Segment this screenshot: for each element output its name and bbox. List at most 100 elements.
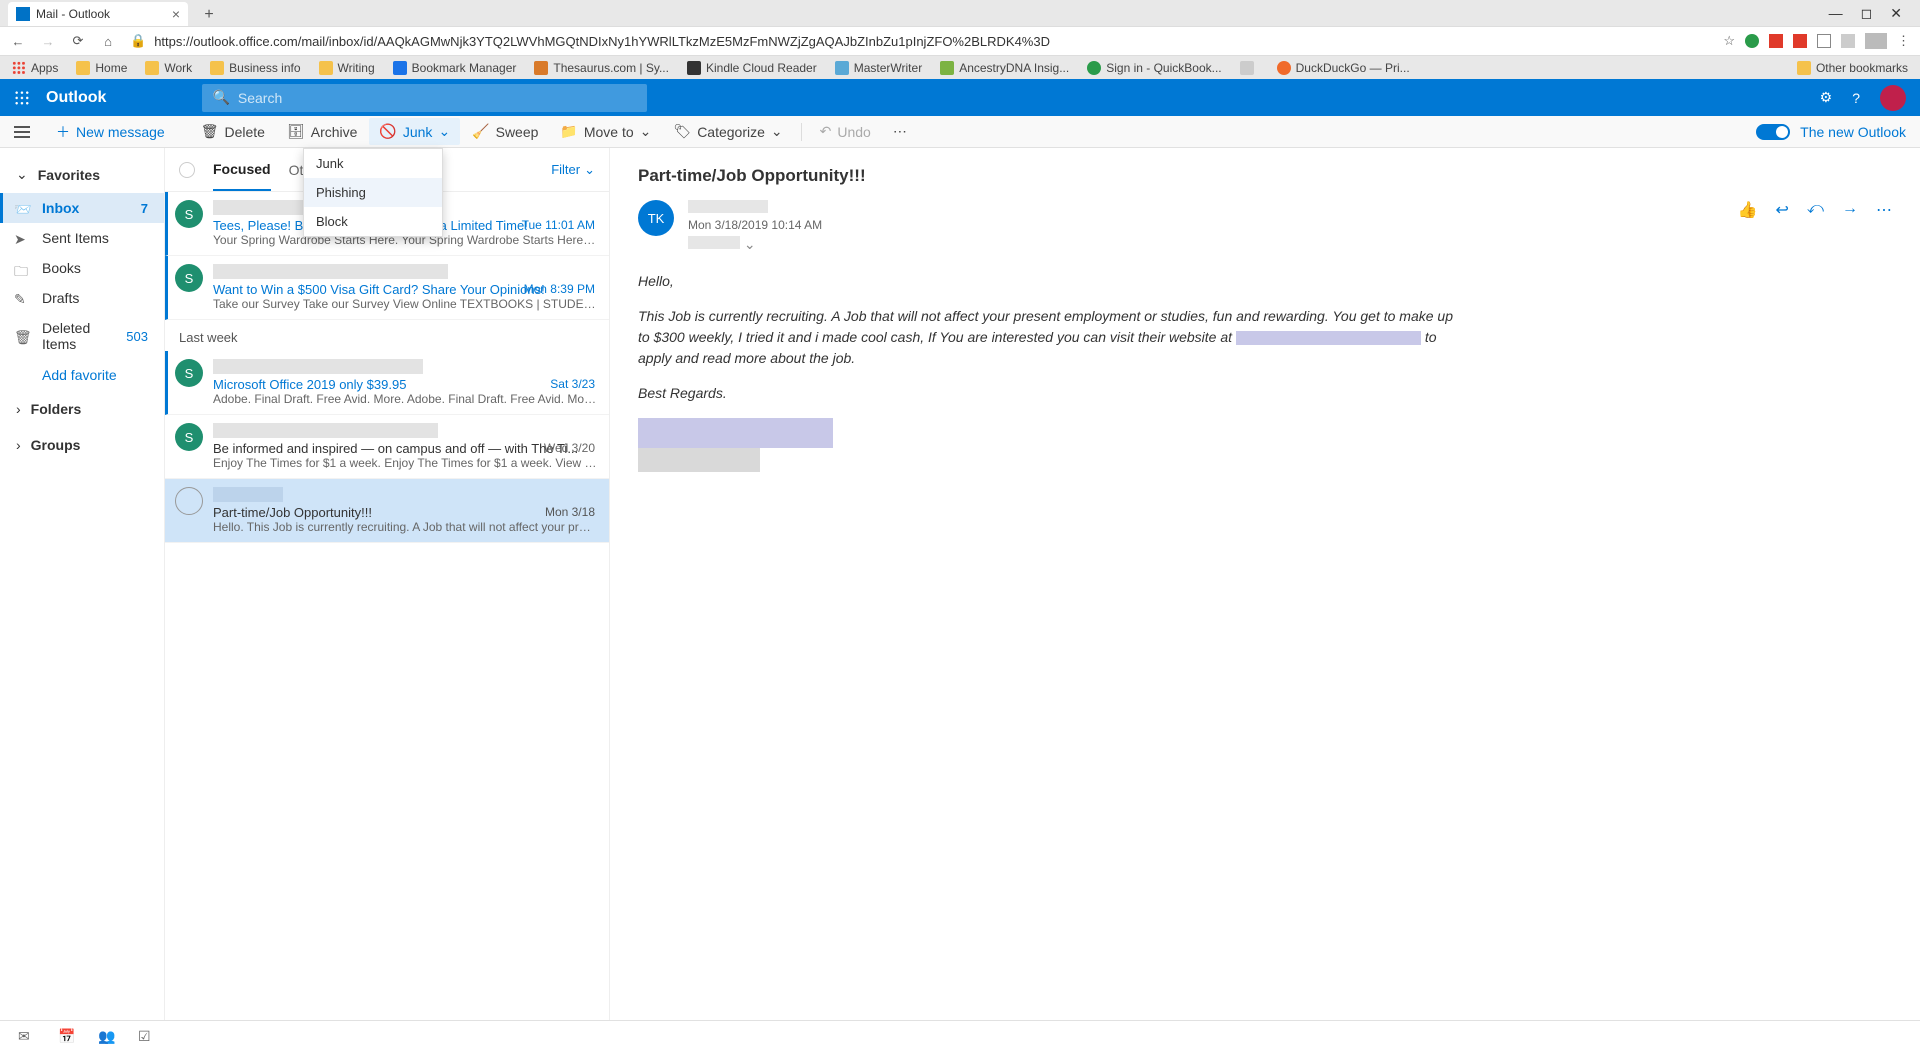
- extension-icon[interactable]: [1745, 34, 1759, 48]
- nav-sent[interactable]: ➤Sent Items: [0, 223, 164, 253]
- reply-icon[interactable]: ↩: [1775, 200, 1788, 220]
- bookmark-item[interactable]: Writing: [319, 61, 375, 75]
- reload-icon[interactable]: ⟳: [70, 33, 86, 49]
- people-module-icon[interactable]: 👥: [98, 1028, 114, 1042]
- extension-icon[interactable]: [1793, 34, 1807, 48]
- calendar-module-icon[interactable]: 📅: [58, 1028, 74, 1042]
- chevron-down-icon: ⌄: [584, 162, 595, 178]
- ellipsis-icon: ⋯: [893, 123, 907, 140]
- message-item[interactable]: S Microsoft Office 2019 only $39.95 Adob…: [165, 351, 609, 415]
- junk-menu-phishing[interactable]: Phishing: [304, 178, 442, 207]
- junk-button[interactable]: 🚫Junk⌄: [369, 118, 460, 145]
- address-bar-row: ← → ⟳ ⌂ 🔒 https://outlook.office.com/mai…: [0, 26, 1920, 56]
- folder-icon: [145, 61, 159, 75]
- bookmark-item[interactable]: Bookmark Manager: [393, 61, 517, 75]
- chrome-menu-icon[interactable]: ⋮: [1897, 33, 1910, 49]
- back-icon[interactable]: ←: [10, 34, 26, 49]
- new-outlook-toggle[interactable]: [1756, 124, 1790, 140]
- archive-icon: 🗄: [287, 123, 305, 140]
- message-toolbar: ＋ New message 🗑Delete 🗄Archive 🚫Junk⌄ 🧹S…: [0, 116, 1920, 148]
- tab-focused[interactable]: Focused: [213, 149, 271, 191]
- maximize-icon[interactable]: ◻: [1861, 5, 1873, 22]
- like-icon[interactable]: 👍: [1738, 200, 1758, 220]
- app-launcher-icon[interactable]: [14, 90, 30, 106]
- select-all-checkbox[interactable]: [179, 162, 195, 178]
- bookmark-item[interactable]: Business info: [210, 61, 300, 75]
- extension-icon[interactable]: [1817, 34, 1831, 48]
- move-to-button[interactable]: 📁Move to⌄: [550, 118, 661, 145]
- message-body: Hello, This Job is currently recruiting.…: [638, 271, 1468, 472]
- apps-button[interactable]: Apps: [12, 61, 58, 75]
- junk-menu-junk[interactable]: Junk: [304, 149, 442, 178]
- bookmark-item[interactable]: MasterWriter: [835, 61, 922, 75]
- message-time: Sat 3/23: [550, 377, 595, 391]
- expand-recipients-icon[interactable]: ⌄: [744, 236, 756, 252]
- mail-module-icon[interactable]: ✉: [18, 1028, 34, 1042]
- categorize-button[interactable]: 🏷Categorize⌄: [663, 118, 792, 145]
- nav-drafts[interactable]: ✎Drafts: [0, 283, 164, 313]
- nav-books[interactable]: 🗀Books: [0, 253, 164, 283]
- nav-inbox[interactable]: 📨Inbox7: [0, 193, 164, 223]
- other-bookmarks[interactable]: Other bookmarks: [1797, 61, 1908, 75]
- message-item-selected[interactable]: ○ Part-time/Job Opportunity!!! Hello. Th…: [165, 479, 609, 543]
- bookmark-item[interactable]: Work: [145, 61, 192, 75]
- select-checkbox[interactable]: ○: [175, 487, 203, 515]
- extension-icon[interactable]: [1769, 34, 1783, 48]
- browser-tab[interactable]: Mail - Outlook ×: [8, 2, 188, 26]
- star-icon[interactable]: ☆: [1723, 33, 1735, 49]
- home-icon[interactable]: ⌂: [100, 34, 116, 49]
- more-actions-button[interactable]: ⋯: [883, 118, 917, 145]
- address-bar[interactable]: 🔒 https://outlook.office.com/mail/inbox/…: [130, 33, 1709, 49]
- reply-all-icon[interactable]: ⤺: [1807, 200, 1824, 220]
- profile-icon[interactable]: [1865, 33, 1887, 49]
- bookmark-item[interactable]: AncestryDNA Insig...: [940, 61, 1069, 75]
- new-tab-button[interactable]: +: [196, 4, 222, 26]
- bookmark-item[interactable]: Kindle Cloud Reader: [687, 61, 817, 75]
- search-box[interactable]: 🔍 Search: [202, 84, 647, 112]
- settings-icon[interactable]: ⚙: [1820, 89, 1833, 106]
- bookmark-item[interactable]: [1240, 61, 1259, 75]
- tasks-module-icon[interactable]: ☑: [138, 1028, 154, 1042]
- add-favorite-button[interactable]: Add favorite: [0, 359, 164, 391]
- forward-icon[interactable]: →: [1842, 200, 1858, 220]
- date-section-header: Last week: [165, 320, 609, 351]
- message-preview: Hello. This Job is currently recruiting.…: [213, 520, 597, 534]
- forward-icon[interactable]: →: [40, 34, 56, 49]
- outlook-header: Outlook 🔍 Search ⚙ ?: [0, 79, 1920, 116]
- nav-deleted[interactable]: 🗑Deleted Items503: [0, 313, 164, 359]
- new-message-button[interactable]: ＋ New message: [46, 117, 175, 147]
- close-window-icon[interactable]: ✕: [1890, 5, 1902, 22]
- account-avatar[interactable]: [1880, 85, 1906, 111]
- extension-icon[interactable]: [1841, 34, 1855, 48]
- undo-button[interactable]: ↶Undo: [810, 118, 881, 145]
- bookmark-item[interactable]: Home: [76, 61, 127, 75]
- new-outlook-label: The new Outlook: [1800, 124, 1906, 140]
- help-icon[interactable]: ?: [1852, 90, 1860, 106]
- site-icon: [1087, 61, 1101, 75]
- sweep-button[interactable]: 🧹Sweep: [462, 118, 548, 145]
- favorites-section[interactable]: ⌄Favorites: [0, 156, 164, 193]
- filter-button[interactable]: Filter⌄: [551, 162, 595, 178]
- message-preview: Enjoy The Times for $1 a week. Enjoy The…: [213, 456, 597, 470]
- minimize-icon[interactable]: —: [1829, 5, 1843, 21]
- lock-icon: 🔒: [130, 33, 146, 49]
- sender-name-redacted: [213, 264, 448, 279]
- groups-section[interactable]: ›Groups: [0, 427, 164, 463]
- chevron-down-icon: ⌄: [438, 123, 450, 140]
- junk-menu-block[interactable]: Block: [304, 207, 442, 236]
- sender-name-redacted: [213, 423, 438, 438]
- delete-button[interactable]: 🗑Delete: [191, 118, 275, 145]
- outlook-brand[interactable]: Outlook: [46, 89, 106, 107]
- message-time: Wed 3/20: [544, 441, 595, 455]
- folders-section[interactable]: ›Folders: [0, 391, 164, 427]
- message-item[interactable]: S Want to Win a $500 Visa Gift Card? Sha…: [165, 256, 609, 320]
- more-actions-icon[interactable]: ⋯: [1876, 200, 1892, 220]
- bookmark-item[interactable]: Thesaurus.com | Sy...: [534, 61, 669, 75]
- close-tab-icon[interactable]: ×: [172, 6, 180, 22]
- bookmark-item[interactable]: Sign in - QuickBook...: [1087, 61, 1221, 75]
- message-subject: Part-time/Job Opportunity!!!: [213, 505, 597, 520]
- message-item[interactable]: S Be informed and inspired — on campus a…: [165, 415, 609, 479]
- archive-button[interactable]: 🗄Archive: [277, 118, 367, 145]
- hamburger-icon[interactable]: [14, 126, 30, 138]
- bookmark-item[interactable]: DuckDuckGo — Pri...: [1277, 61, 1410, 75]
